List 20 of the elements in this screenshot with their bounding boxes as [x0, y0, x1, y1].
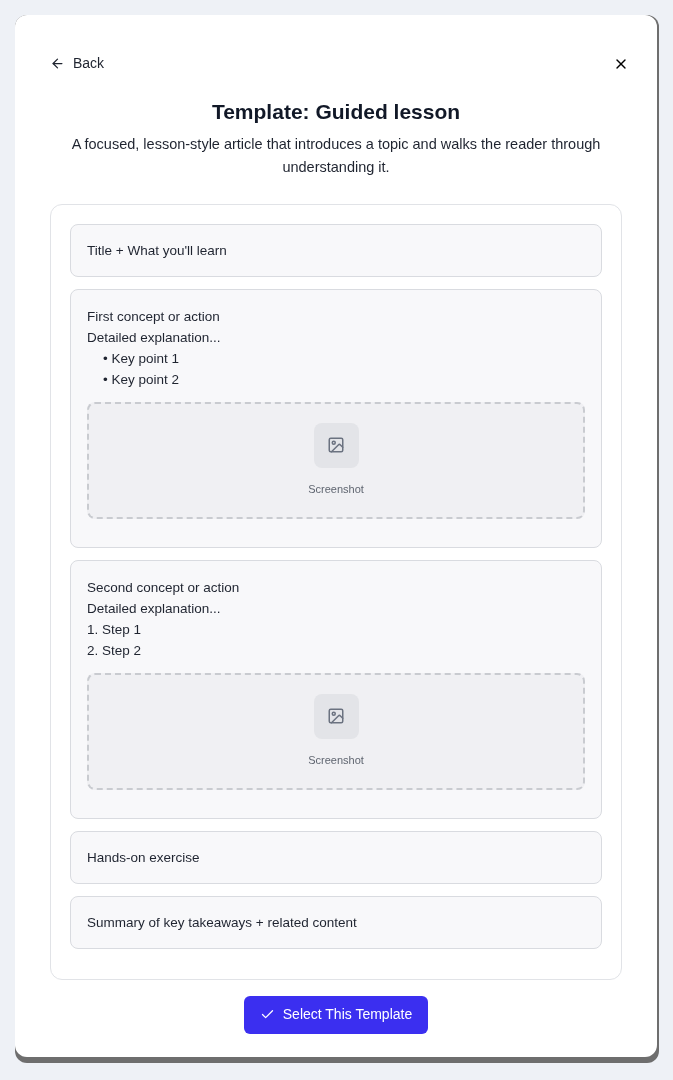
back-arrow-icon [50, 56, 65, 71]
placeholder-label: Screenshot [308, 752, 364, 768]
image-icon [313, 693, 359, 739]
section-line: 1. Step 1 [87, 620, 143, 639]
image-icon [313, 422, 359, 468]
section-line: Summary of key takeaways + related content [87, 913, 358, 932]
section-line: 2. Step 2 [87, 641, 143, 660]
section-line: • Key point 1 [102, 349, 181, 368]
template-description: A focused, lesson-style article that introduces a topic and walks the reader through understanding it. [70, 134, 602, 177]
back-button[interactable]: Back [50, 53, 105, 74]
section-line: Second concept or action [87, 578, 241, 597]
section-line: Title + What you'll learn [87, 241, 228, 260]
section-line: • Key point 2 [102, 370, 181, 389]
section-line: Detailed explanation... [87, 328, 222, 347]
template-title: Template: Guided lesson [210, 99, 462, 125]
section-line: Hands-on exercise [87, 848, 201, 867]
section-line: First concept or action [87, 307, 221, 326]
placeholder-label: Screenshot [308, 481, 364, 497]
select-template-button[interactable]: Select This Template [243, 995, 429, 1034]
section-line: Detailed explanation... [87, 599, 222, 618]
